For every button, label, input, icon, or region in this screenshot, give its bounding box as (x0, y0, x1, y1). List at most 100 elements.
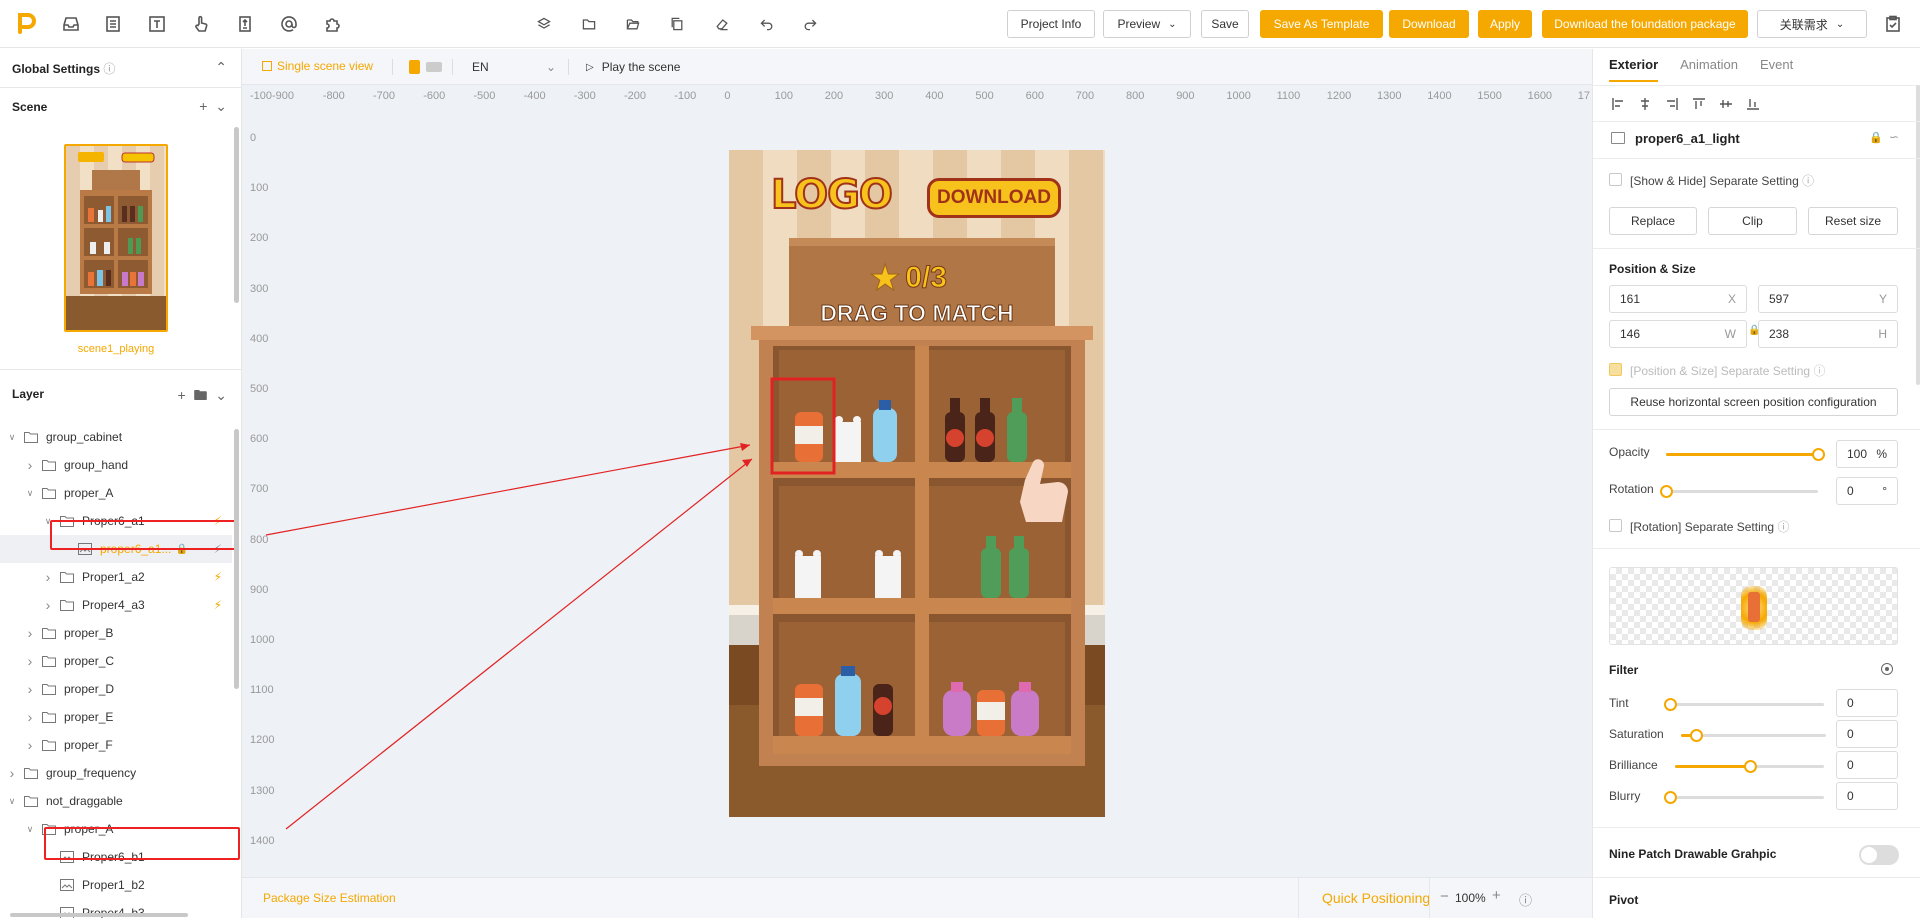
save-as-template-button[interactable]: Save As Template (1260, 10, 1383, 38)
quick-positioning-button[interactable]: Quick Positioning (1322, 890, 1430, 906)
chevron-right-icon[interactable]: › (24, 681, 36, 697)
layer-scrollbar[interactable] (234, 429, 239, 689)
align-left-icon[interactable] (1611, 97, 1625, 111)
lightning-icon[interactable]: ⚡ (214, 598, 222, 612)
layers-icon[interactable] (533, 13, 555, 35)
chevron-right-icon[interactable]: › (6, 765, 18, 781)
chevron-right-icon[interactable]: › (24, 737, 36, 753)
y-input[interactable]: 597 Y (1758, 285, 1898, 313)
tab-animation[interactable]: Animation (1680, 57, 1738, 82)
layer-folder-item[interactable]: › proper_B (0, 619, 232, 647)
help-icon[interactable]: ⓘ (103, 62, 115, 76)
reuse-config-button[interactable]: Reuse horizontal screen position configu… (1609, 388, 1898, 416)
layer-folder-item[interactable]: › group_hand (0, 451, 232, 479)
scene-thumbnail[interactable] (64, 144, 168, 332)
blurry-input[interactable]: 0 (1836, 782, 1898, 810)
project-info-button[interactable]: Project Info (1007, 10, 1095, 38)
chevron-right-icon[interactable]: › (24, 625, 36, 641)
download-button[interactable]: Download (1389, 10, 1469, 38)
layer-folder-item[interactable]: › Proper1_a2 ⚡ (0, 563, 232, 591)
undo-icon[interactable] (756, 13, 778, 35)
opacity-slider[interactable] (1666, 448, 1825, 461)
related-requirements-dropdown[interactable]: 关联需求 ⌄ (1757, 10, 1867, 38)
add-folder-icon[interactable]: 🖿 (193, 387, 207, 403)
chevron-down-icon[interactable]: ∨ (6, 432, 18, 443)
layer-folder-item[interactable]: › proper_E (0, 703, 232, 731)
brilliance-input[interactable]: 0 (1836, 751, 1898, 779)
tint-input[interactable]: 0 (1836, 689, 1898, 717)
chevron-right-icon[interactable]: › (24, 457, 36, 473)
inbox-icon[interactable] (60, 13, 82, 35)
lock-icon[interactable]: 🔒 (1869, 131, 1883, 144)
align-center-h-icon[interactable] (1638, 97, 1652, 111)
blurry-slider[interactable] (1664, 791, 1824, 804)
opacity-input[interactable]: 100% (1836, 440, 1898, 468)
clip-button[interactable]: Clip (1708, 207, 1797, 235)
replace-button[interactable]: Replace (1609, 207, 1697, 235)
copy-icon[interactable] (666, 13, 688, 35)
collapse-icon[interactable]: ⌃ (215, 59, 227, 76)
chevron-down-icon[interactable]: ∨ (24, 824, 36, 835)
tab-event[interactable]: Event (1760, 57, 1793, 82)
rotation-input[interactable]: 0 ° (1836, 477, 1898, 505)
chevron-right-icon[interactable]: › (42, 597, 54, 613)
chevron-right-icon[interactable]: › (24, 709, 36, 725)
chevron-down-icon[interactable]: ∨ (6, 796, 18, 807)
layer-horizontal-scrollbar[interactable] (10, 913, 188, 917)
chevron-down-icon[interactable]: ⌄ (215, 387, 227, 403)
chevron-right-icon[interactable]: › (42, 569, 54, 585)
layer-folder-item[interactable]: › proper_C (0, 647, 232, 675)
align-top-icon[interactable] (1692, 97, 1706, 111)
lightning-icon[interactable]: ⚡ (214, 570, 222, 584)
hand-pointer-icon[interactable] (190, 13, 212, 35)
help-icon[interactable]: ⓘ (1777, 520, 1789, 534)
eye-hidden-icon[interactable]: ∽ (1889, 130, 1899, 144)
zoom-out-icon[interactable]: − (1440, 888, 1449, 905)
saturation-input[interactable]: 0 (1836, 720, 1898, 748)
layer-folder-item[interactable]: ∨ group_cabinet (0, 423, 232, 451)
app-logo-icon[interactable] (14, 10, 40, 36)
download-foundation-button[interactable]: Download the foundation package (1542, 10, 1748, 38)
add-scene-icon[interactable]: + (199, 98, 207, 114)
height-input[interactable]: 238 H (1758, 320, 1898, 348)
nine-patch-toggle[interactable] (1859, 845, 1899, 865)
redo-icon[interactable] (799, 13, 821, 35)
align-bottom-icon[interactable] (1746, 97, 1760, 111)
help-icon[interactable]: ⓘ (1813, 364, 1825, 378)
rotation-slider[interactable] (1660, 485, 1818, 498)
layer-folder-item[interactable]: ∨ proper_A (0, 479, 232, 507)
layer-folder-item[interactable]: › Proper4_a3 ⚡ (0, 591, 232, 619)
width-input[interactable]: 146 W (1609, 320, 1747, 348)
chevron-right-icon[interactable]: › (24, 653, 36, 669)
at-sign-icon[interactable] (278, 13, 300, 35)
tint-slider[interactable] (1664, 698, 1824, 711)
align-right-icon[interactable] (1665, 97, 1679, 111)
clipboard-check-icon[interactable] (1882, 13, 1904, 35)
help-icon[interactable]: ⓘ (1519, 890, 1532, 909)
position-separate-checkbox[interactable] (1609, 363, 1622, 376)
help-icon[interactable]: ⓘ (1802, 174, 1814, 188)
show-hide-checkbox[interactable] (1609, 173, 1622, 186)
panel-scrollbar[interactable] (1916, 85, 1920, 385)
list-panel-icon[interactable] (102, 13, 124, 35)
plugin-puzzle-icon[interactable] (322, 13, 344, 35)
reset-size-button[interactable]: Reset size (1808, 207, 1898, 235)
brilliance-slider[interactable] (1675, 760, 1824, 773)
folder-open-icon[interactable] (622, 13, 644, 35)
apply-button[interactable]: Apply (1478, 10, 1532, 38)
x-input[interactable]: 161 X (1609, 285, 1747, 313)
add-layer-icon[interactable]: + (178, 387, 186, 403)
preview-dropdown[interactable]: Preview ⌄ (1103, 10, 1191, 38)
chevron-down-icon[interactable]: ∨ (24, 488, 36, 499)
file-export-icon[interactable] (234, 13, 256, 35)
zoom-in-icon[interactable]: + (1492, 887, 1501, 904)
tab-exterior[interactable]: Exterior (1609, 57, 1659, 82)
layer-folder-item[interactable]: ∨ not_draggable (0, 787, 232, 815)
saturation-slider[interactable] (1681, 729, 1826, 742)
folder-icon[interactable] (578, 13, 600, 35)
text-icon[interactable] (146, 13, 168, 35)
package-size-link[interactable]: Package Size Estimation (263, 891, 396, 905)
layer-folder-item[interactable]: › group_frequency (0, 759, 232, 787)
chevron-down-icon[interactable]: ⌄ (215, 98, 227, 114)
scene-scrollbar[interactable] (234, 127, 239, 303)
